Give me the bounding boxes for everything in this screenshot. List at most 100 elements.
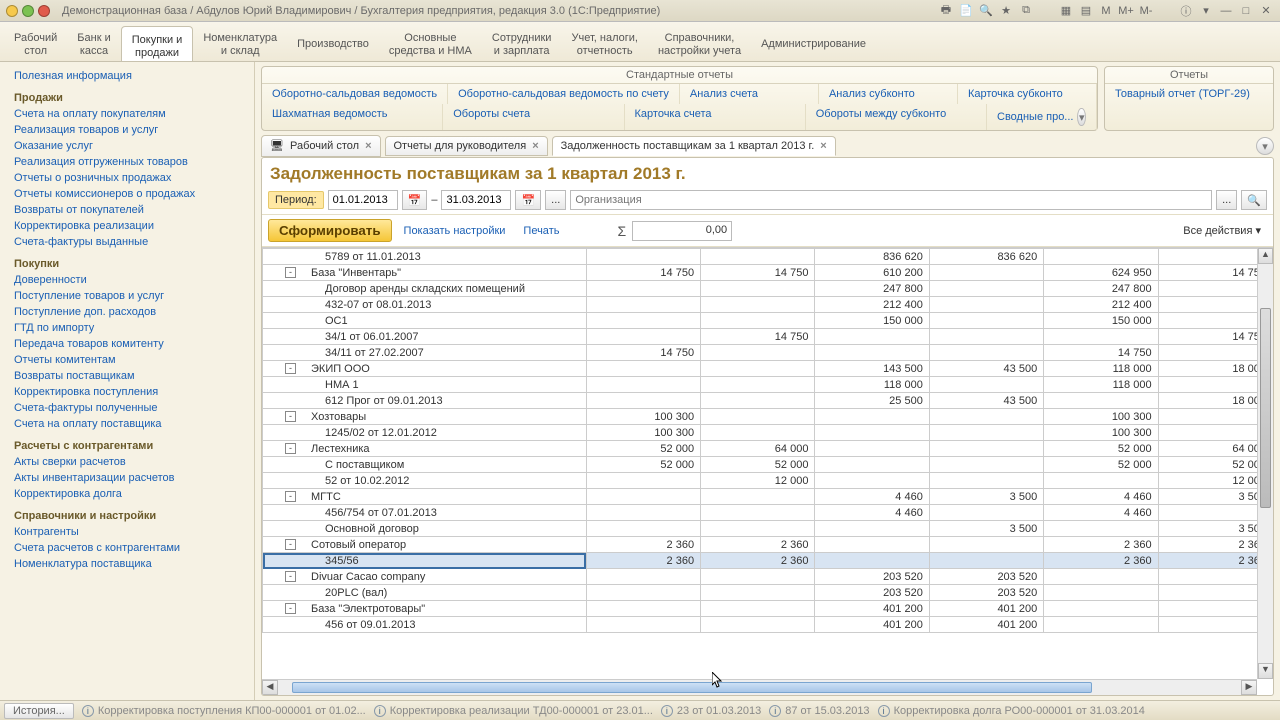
sidebar-item[interactable]: Отчеты комитентам [0, 352, 254, 368]
sidebar-item[interactable]: Номенклатура поставщика [0, 556, 254, 572]
calendar-from-icon[interactable]: 📅 [402, 190, 428, 210]
status-doc-link[interactable]: i23 от 01.03.2013 [661, 705, 761, 717]
sidebar-item[interactable]: Поступление доп. расходов [0, 304, 254, 320]
sidebar-item[interactable]: Счета-фактуры полученные [0, 400, 254, 416]
status-doc-link[interactable]: i87 от 15.03.2013 [769, 705, 869, 717]
tabs-menu-button[interactable]: ▾ [1256, 137, 1274, 155]
table-row[interactable]: -МГТС4 4603 5004 4603 500 [263, 489, 1273, 505]
module-tab[interactable]: Администрирование [751, 22, 876, 61]
table-row[interactable]: -Сотовый оператор2 3602 3602 3602 360 [263, 537, 1273, 553]
org-select-button[interactable]: ... [1216, 190, 1237, 210]
titlebar-icon[interactable]: 🖶 [938, 3, 954, 19]
table-row[interactable]: 52 от 10.02.201212 00012 000 [263, 473, 1273, 489]
report-link[interactable]: Оборотно-сальдовая ведомость по счету [448, 84, 680, 104]
table-row[interactable]: 34/1 от 06.01.200714 75014 750 [263, 329, 1273, 345]
print-button[interactable]: Печать [517, 223, 565, 239]
sidebar-item[interactable]: Счета-фактуры выданные [0, 234, 254, 250]
date-to-input[interactable] [441, 190, 511, 210]
sidebar-item[interactable]: Отчеты комиссионеров о продажах [0, 186, 254, 202]
table-row[interactable]: 612 Прог от 09.01.201325 50043 50018 000 [263, 393, 1273, 409]
sidebar-item[interactable]: Реализация товаров и услуг [0, 122, 254, 138]
close-tab-icon[interactable]: × [820, 140, 826, 152]
tree-toggle-icon[interactable]: - [285, 411, 296, 422]
table-row[interactable]: НМА 1118 000118 000 [263, 377, 1273, 393]
calendar-to-icon[interactable]: 📅 [515, 190, 541, 210]
sidebar-item[interactable]: Счета на оплату поставщика [0, 416, 254, 432]
report-link[interactable]: Шахматная ведомость [262, 104, 443, 130]
report-table[interactable]: 5789 от 11.01.2013836 620836 620-База "И… [262, 248, 1273, 633]
v-scroll-thumb[interactable] [1260, 308, 1271, 508]
module-tab[interactable]: Основныесредства и НМА [379, 22, 482, 61]
history-button[interactable]: История... [4, 703, 74, 719]
report-link[interactable]: Сводные про...▾ [987, 104, 1097, 130]
workspace-tab[interactable]: 🖥Рабочий стол× [261, 135, 381, 157]
titlebar-icon[interactable]: ⓘ [1178, 3, 1194, 19]
show-settings-button[interactable]: Показать настройки [398, 223, 512, 239]
titlebar-icon[interactable]: 📄 [958, 3, 974, 19]
table-row[interactable]: Основной договор3 5003 500 [263, 521, 1273, 537]
status-doc-link[interactable]: iКорректировка поступления КП00-000001 о… [82, 705, 366, 717]
module-tab[interactable]: Сотрудникии зарплата [482, 22, 562, 61]
titlebar-icon[interactable]: ✕ [1258, 3, 1274, 19]
sidebar-item[interactable]: Отчеты о розничных продажах [0, 170, 254, 186]
close-tab-icon[interactable]: × [532, 140, 538, 152]
workspace-tab[interactable]: Задолженность поставщикам за 1 квартал 2… [552, 136, 836, 156]
scroll-left-arrow[interactable]: ◀ [262, 680, 278, 695]
close-tab-icon[interactable]: × [365, 140, 371, 152]
sidebar-item[interactable]: Корректировка долга [0, 486, 254, 502]
sidebar-item[interactable]: Счета на оплату покупателям [0, 106, 254, 122]
tree-toggle-icon[interactable]: - [285, 539, 296, 550]
table-row[interactable]: Договор аренды складских помещений247 80… [263, 281, 1273, 297]
sidebar-item[interactable]: Контрагенты [0, 524, 254, 540]
generate-button[interactable]: Сформировать [268, 219, 392, 242]
window-btn-3[interactable] [38, 5, 50, 17]
sidebar-item[interactable]: Акты инвентаризации расчетов [0, 470, 254, 486]
report-link[interactable]: Обороты счета [443, 104, 624, 130]
titlebar-icon[interactable]: — [1218, 3, 1234, 19]
table-row[interactable]: 345/562 3602 3602 3602 360 [263, 553, 1273, 569]
titlebar-icon[interactable]: M+ [1118, 3, 1134, 19]
table-row[interactable]: 34/11 от 27.02.200714 75014 750 [263, 345, 1273, 361]
titlebar-icon[interactable]: □ [1238, 3, 1254, 19]
all-actions-button[interactable]: Все действия ▾ [1177, 222, 1267, 239]
module-tab[interactable]: Справочники,настройки учета [648, 22, 751, 61]
table-row[interactable]: -Хозтовары100 300100 300 [263, 409, 1273, 425]
tree-toggle-icon[interactable]: - [285, 603, 296, 614]
status-doc-link[interactable]: iКорректировка реализации ТД00-000001 от… [374, 705, 653, 717]
status-doc-link[interactable]: iКорректировка долга РО00-000001 от 31.0… [878, 705, 1145, 717]
table-row[interactable]: -ЭКИП ООО143 50043 500118 00018 000 [263, 361, 1273, 377]
organization-input[interactable] [570, 190, 1212, 210]
table-row[interactable]: -Divuar Cacao company203 520203 520 [263, 569, 1273, 585]
report-link[interactable]: Анализ субконто [819, 84, 958, 104]
sidebar-item[interactable]: Возвраты от покупателей [0, 202, 254, 218]
table-row[interactable]: 456 от 09.01.2013401 200401 200 [263, 617, 1273, 633]
org-search-button[interactable]: 🔍 [1241, 190, 1267, 210]
sum-field[interactable]: 0,00 [632, 221, 732, 241]
sidebar-item[interactable]: Оказание услуг [0, 138, 254, 154]
vertical-scrollbar[interactable]: ▲ ▼ [1257, 248, 1273, 679]
titlebar-icon[interactable]: ⧉ [1018, 3, 1034, 19]
module-tab[interactable]: Банк икасса [67, 22, 120, 61]
report-link[interactable]: Карточка субконто [958, 84, 1097, 104]
titlebar-icon[interactable]: ▤ [1078, 3, 1094, 19]
date-from-input[interactable] [328, 190, 398, 210]
module-tab[interactable]: Производство [287, 22, 379, 61]
table-row[interactable]: 1245/02 от 12.01.2012100 300100 300 [263, 425, 1273, 441]
tree-toggle-icon[interactable]: - [285, 363, 296, 374]
report-link[interactable]: Оборотно-сальдовая ведомость [262, 84, 448, 104]
tree-toggle-icon[interactable]: - [285, 491, 296, 502]
window-btn-2[interactable] [22, 5, 34, 17]
tree-toggle-icon[interactable]: - [285, 443, 296, 454]
module-tab[interactable]: Учет, налоги,отчетность [561, 22, 647, 61]
workspace-tab[interactable]: Отчеты для руководителя× [385, 136, 548, 156]
titlebar-icon[interactable]: M [1098, 3, 1114, 19]
sidebar-item[interactable]: Корректировка поступления [0, 384, 254, 400]
sidebar-item[interactable]: Поступление товаров и услуг [0, 288, 254, 304]
report-link[interactable]: Обороты между субконто [806, 104, 987, 130]
period-picker-button[interactable]: ... [545, 190, 566, 210]
tree-toggle-icon[interactable]: - [285, 571, 296, 582]
reports-dropdown-icon[interactable]: ▾ [1077, 108, 1086, 126]
titlebar-icon[interactable]: 🔍 [978, 3, 994, 19]
sidebar-item[interactable]: Акты сверки расчетов [0, 454, 254, 470]
sidebar-item[interactable]: Доверенности [0, 272, 254, 288]
